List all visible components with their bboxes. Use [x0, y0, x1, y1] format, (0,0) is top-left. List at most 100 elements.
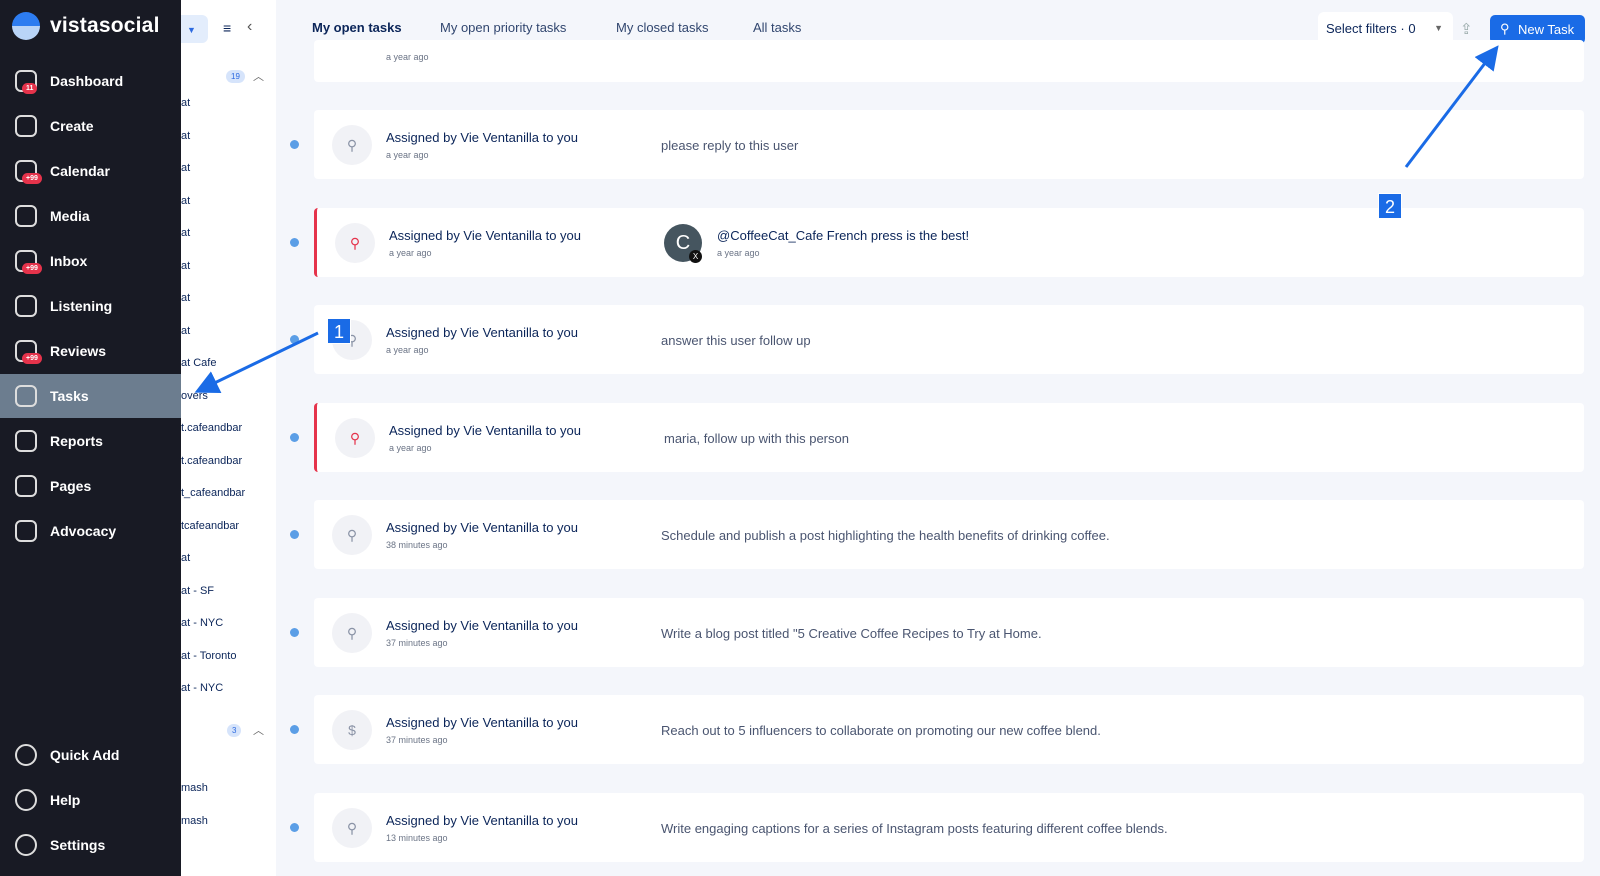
profile-list-item[interactable]: tcafeandbar	[181, 520, 239, 532]
annotation-label-2: 2	[1378, 193, 1402, 219]
notification-badge: +99	[22, 353, 42, 364]
help-icon	[15, 789, 37, 811]
unread-dot	[290, 530, 299, 539]
settings-icon	[15, 834, 37, 856]
sidebar-item-inbox[interactable]: +99 Inbox	[0, 239, 181, 283]
task-description: please reply to this user	[661, 138, 799, 153]
task-card[interactable]: ⚲ Assigned by Vie Ventanilla to you a ye…	[314, 305, 1584, 374]
waveform-icon	[15, 295, 37, 317]
profile-list-item[interactable]: mash	[181, 815, 208, 827]
caret-down-icon: ▼	[1434, 23, 1443, 33]
caret-down-icon: ▼	[187, 25, 196, 35]
profile-list-item[interactable]: t.cafeandbar	[181, 455, 242, 467]
profile-list-item[interactable]: at - NYC	[181, 682, 223, 694]
task-description: Write a blog post titled "5 Creative Cof…	[661, 625, 1042, 641]
share-icon[interactable]: ⇪	[1460, 20, 1473, 38]
pin-icon: ⚲	[335, 417, 375, 458]
tab-my-closed-tasks[interactable]: My closed tasks	[616, 20, 708, 35]
sidebar-item-pages[interactable]: Pages	[0, 464, 181, 508]
tab-my-open-priority-tasks[interactable]: My open priority tasks	[440, 20, 566, 35]
profile-list-item[interactable]: at	[181, 130, 190, 142]
sidebar-item-quick-add[interactable]: Quick Add	[0, 733, 181, 777]
unread-dot	[290, 627, 299, 637]
pin-icon: ⚲	[332, 612, 372, 653]
megaphone-icon	[15, 520, 37, 542]
sidebar-item-tasks[interactable]: Tasks	[0, 374, 181, 418]
task-card-partial[interactable]: a year ago	[314, 40, 1584, 82]
profile-list-item[interactable]: at	[181, 552, 190, 564]
unread-dot	[290, 725, 299, 734]
task-card[interactable]: ⚲ Assigned by Vie Ventanilla to you a ye…	[314, 402, 1584, 472]
profile-list-item[interactable]: t.cafeandbar	[181, 422, 242, 434]
profile-list-item[interactable]: at	[181, 97, 190, 109]
annotation-label-1: 1	[327, 318, 351, 344]
task-card[interactable]: ⚲ Assigned by Vie Ventanilla to you 37 m…	[314, 597, 1584, 667]
logo[interactable]: vistasocial	[12, 12, 160, 40]
task-description: Schedule and publish a post highlighting…	[661, 528, 1110, 543]
image-icon	[15, 205, 37, 227]
profile-list-item[interactable]: at - SF	[181, 585, 214, 597]
unread-dot	[290, 335, 299, 344]
tab-my-open-tasks[interactable]: My open tasks	[312, 20, 402, 35]
pin-icon: ⚲	[332, 125, 372, 165]
sidebar: vistasocial 11 Dashboard Create +99 Calendar…	[0, 0, 181, 876]
check-square-icon	[15, 385, 37, 407]
unread-dot	[290, 822, 299, 832]
notification-badge: +99	[22, 173, 42, 184]
task-card[interactable]: ⚲ Assigned by Vie Ventanilla to you a ye…	[314, 110, 1584, 179]
group-count: 3	[227, 724, 242, 737]
sidebar-item-help[interactable]: Help	[0, 778, 181, 822]
pin-icon: ⚲	[332, 807, 372, 848]
unread-dot	[290, 432, 299, 442]
tab-all-tasks[interactable]: All tasks	[753, 20, 801, 35]
task-description: maria, follow up with this person	[664, 430, 849, 446]
chevron-up-icon[interactable]: ︿	[253, 68, 264, 84]
unread-dot	[290, 237, 299, 247]
group-dropdown[interactable]: 3 ▼	[181, 15, 208, 43]
profile-list-item[interactable]: at	[181, 162, 190, 174]
dollar-icon: $	[332, 710, 372, 750]
sidebar-item-settings[interactable]: Settings	[0, 823, 181, 867]
collapse-icon[interactable]: ‹	[247, 18, 252, 36]
profile-list-item[interactable]: overs	[181, 390, 208, 402]
profile-list-item[interactable]: at	[181, 292, 190, 304]
layout-icon	[15, 475, 37, 497]
sidebar-item-advocacy[interactable]: Advocacy	[0, 509, 181, 553]
profile-list-item[interactable]: at - NYC	[181, 617, 223, 629]
pin-icon: ⚲	[332, 515, 372, 555]
task-description: Write engaging captions for a series of …	[661, 820, 1168, 836]
profile-list-item[interactable]: t_cafeandbar	[181, 487, 245, 499]
send-icon	[15, 115, 37, 137]
unread-dot	[290, 140, 299, 149]
task-description: Reach out to 5 influencers to collaborat…	[661, 723, 1101, 738]
notification-badge: 11	[22, 83, 38, 94]
sidebar-item-media[interactable]: Media	[0, 194, 181, 238]
profile-group-panel: 3 ▼ ≡ ‹ 19 ︿ at at at at at at at at at Cafe over…	[181, 0, 276, 876]
task-description: answer this user follow up	[661, 333, 811, 348]
sidebar-item-listening[interactable]: Listening	[0, 284, 181, 328]
profile-list-item[interactable]: at	[181, 227, 190, 239]
sidebar-item-reports[interactable]: Reports	[0, 419, 181, 463]
profile-list-item[interactable]: at	[181, 195, 190, 207]
sidebar-item-reviews[interactable]: +99 Reviews	[0, 329, 181, 373]
profile-list-item[interactable]: mash	[181, 782, 208, 794]
logo-icon	[12, 12, 40, 40]
task-card[interactable]: ⚲ Assigned by Vie Ventanilla to you 13 m…	[314, 792, 1584, 862]
plus-circle-icon	[15, 744, 37, 766]
chevron-up-icon[interactable]: ︿	[253, 722, 264, 738]
sidebar-item-calendar[interactable]: +99 Calendar	[0, 149, 181, 193]
sidebar-item-create[interactable]: Create	[0, 104, 181, 148]
x-network-icon: X	[689, 249, 702, 263]
post-text[interactable]: @CoffeeCat_Cafe French press is the best…	[717, 228, 969, 243]
task-card[interactable]: $ Assigned by Vie Ventanilla to you 37 m…	[314, 695, 1584, 764]
profile-list-item[interactable]: at	[181, 325, 190, 337]
filter-icon[interactable]: ≡	[223, 20, 231, 36]
sidebar-item-dashboard[interactable]: 11 Dashboard	[0, 59, 181, 103]
notification-badge: +99	[22, 263, 42, 274]
profile-list-item[interactable]: at	[181, 260, 190, 272]
chart-icon	[15, 430, 37, 452]
profile-list-item[interactable]: at Cafe	[181, 357, 216, 369]
profile-list-item[interactable]: at - Toronto	[181, 650, 236, 662]
pin-icon: ⚲	[1500, 21, 1510, 36]
task-card[interactable]: ⚲ Assigned by Vie Ventanilla to you 38 m…	[314, 500, 1584, 569]
